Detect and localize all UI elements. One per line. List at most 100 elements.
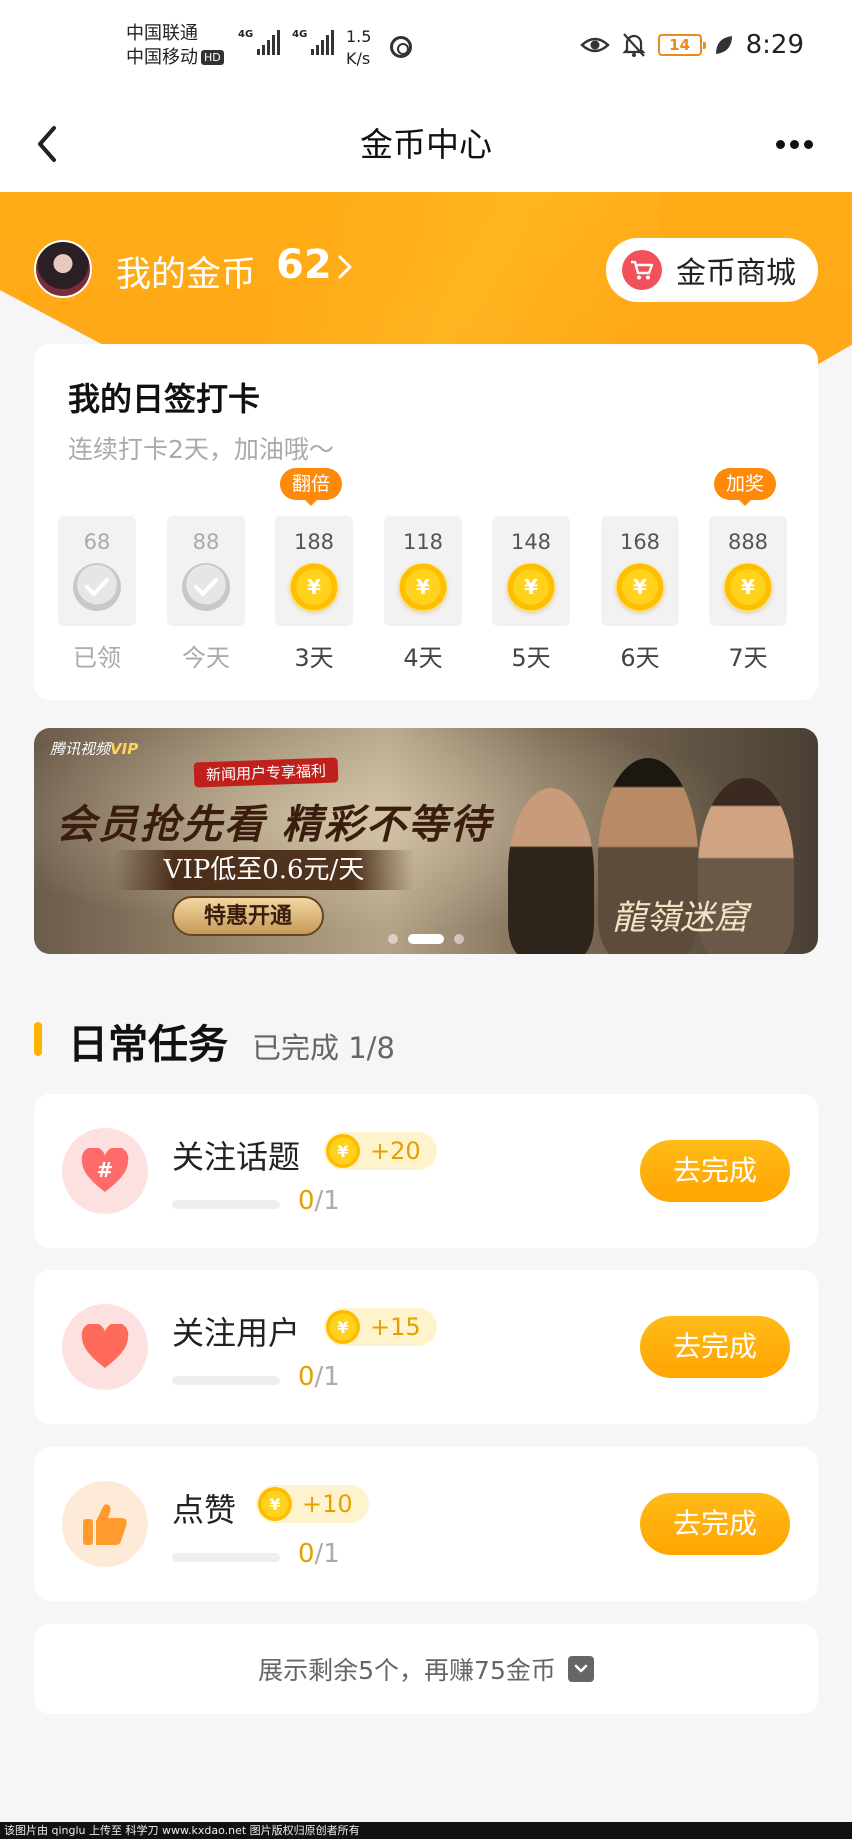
task-count: 0/1 (298, 1539, 340, 1569)
daily-tasks-progress: 已完成 1/8 (252, 1031, 395, 1065)
carousel-dot (388, 934, 398, 944)
day-coin-amount: 68 (83, 530, 111, 554)
signal-icon: 4G (292, 30, 335, 55)
eye-comfort-icon (579, 35, 610, 55)
bonus-badge: 加奖 (714, 468, 777, 506)
status-bar: 中国联通 中国移动 HD 4G 4G 1.5 K/s 14 8:29 (0, 0, 852, 96)
coin-icon: ¥ (724, 563, 772, 611)
nav-bar: 金币中心 (0, 96, 852, 192)
battery-indicator: 14 (657, 34, 706, 56)
day-label: 7天 (728, 644, 768, 672)
show-more-label: 展示剩余5个，再赚75金币 (258, 1656, 556, 1685)
task-count: 0/1 (298, 1186, 340, 1216)
signal-icons: 4G 4G (238, 30, 335, 55)
carrier-2: 中国移动 (126, 47, 198, 68)
sign-in-day[interactable]: 188 ¥3天 (275, 516, 353, 673)
day-coin-amount: 888 (727, 530, 769, 554)
day-label: 4天 (403, 644, 443, 672)
section-accent-bar (34, 1022, 42, 1056)
sign-in-day[interactable]: 148 ¥5天 (492, 516, 570, 673)
carousel-dot (408, 934, 444, 944)
task-progress-bar (172, 1553, 280, 1562)
sign-in-day[interactable]: 68 已领 (58, 516, 136, 673)
day-label: 3天 (294, 644, 334, 672)
chevron-down-icon (567, 1656, 594, 1682)
sign-in-title: 我的日签打卡 (68, 380, 261, 418)
coin-icon: ¥ (399, 563, 447, 611)
day-coin-amount: 88 (192, 530, 220, 554)
thumbs-up-icon (62, 1481, 148, 1567)
task-name: 点赞 (172, 1491, 237, 1529)
day-coin-amount: 118 (402, 530, 444, 554)
coin-icon: ¥ (258, 1487, 292, 1521)
go-complete-button[interactable]: 去完成 (640, 1493, 790, 1555)
daily-tasks-header: 日常任务 已完成 1/8 (34, 1012, 395, 1072)
tencent-video-vip-logo: 腾讯视频VIP (50, 740, 139, 758)
page-title: 金币中心 (360, 125, 492, 164)
banner-cta-button[interactable]: 特惠开通 (172, 896, 324, 936)
carrier-info: 中国联通 中国移动 HD (126, 22, 224, 70)
task-name: 关注用户 (172, 1314, 301, 1352)
coin-mall-label: 金币商城 (676, 256, 796, 291)
banner-film-title: 龍嶺迷窟 (612, 898, 748, 938)
reward-badge: ¥ +15 (324, 1308, 437, 1346)
app-notification-icon (390, 36, 412, 58)
coin-icon: ¥ (326, 1310, 360, 1344)
network-speed: 1.5 K/s (346, 27, 372, 68)
day-coin-amount: 148 (510, 530, 552, 554)
banner-title: 会员抢先看 精彩不等待 (56, 801, 492, 848)
carousel-dot (454, 934, 464, 944)
task-progress-bar (172, 1376, 280, 1385)
carousel-dots (34, 934, 818, 944)
heart-icon (62, 1304, 148, 1390)
check-icon (73, 563, 121, 611)
task-follow-topic: # 关注话题 ¥ +20 0/1 去完成 (34, 1094, 818, 1248)
go-complete-button[interactable]: 去完成 (640, 1140, 790, 1202)
signal-icon: 4G (238, 30, 281, 55)
coin-icon: ¥ (326, 1134, 360, 1168)
my-coins-label[interactable]: 我的金币 (116, 246, 256, 297)
task-follow-user: 关注用户 ¥ +15 0/1 去完成 (34, 1270, 818, 1424)
more-options-icon[interactable] (776, 130, 816, 158)
avatar[interactable] (34, 240, 92, 298)
mute-bell-icon (621, 32, 646, 58)
day-coin-amount: 168 (619, 530, 661, 554)
show-more-tasks-button[interactable]: 展示剩余5个，再赚75金币 (34, 1624, 818, 1714)
check-icon (182, 563, 230, 611)
coin-icon: ¥ (616, 563, 664, 611)
coin-mall-button[interactable]: 金币商城 (606, 238, 818, 302)
reward-badge: ¥ +10 (256, 1485, 369, 1523)
go-complete-button[interactable]: 去完成 (640, 1316, 790, 1378)
sign-in-subtitle: 连续打卡2天，加油哦～ (68, 435, 334, 464)
hd-badge: HD (201, 50, 224, 65)
task-like: 点赞 ¥ +10 0/1 去完成 (34, 1447, 818, 1601)
task-name: 关注话题 (172, 1138, 301, 1176)
sign-in-day[interactable]: 168 ¥6天 (601, 516, 679, 673)
banner-tag: 新闻用户专享福利 (193, 757, 339, 788)
power-saving-leaf-icon (714, 34, 734, 56)
banner-price: VIP低至0.6元/天 (114, 850, 414, 890)
daily-sign-in-card: 我的日签打卡 连续打卡2天，加油哦～ 翻倍 加奖 68 已领 88 今天 188 ¥3天 1… (34, 344, 818, 700)
hashtag-heart-icon: # (62, 1128, 148, 1214)
svg-text:#: # (97, 1158, 114, 1182)
sign-in-day[interactable]: 118 ¥4天 (384, 516, 462, 673)
sign-in-day[interactable]: 88 今天 (167, 516, 245, 673)
chevron-right-icon[interactable] (336, 254, 354, 280)
watermark-strip: 该图片由 qinglu 上传至 科学刀 www.kxdao.net 图片版权归原… (0, 1822, 852, 1839)
daily-tasks-title: 日常任务 (68, 1022, 228, 1068)
clock: 8:29 (745, 30, 804, 60)
promo-banner[interactable]: 腾讯视频VIP 新闻用户专享福利 会员抢先看 精彩不等待 VIP低至0.6元/天… (34, 728, 818, 954)
task-progress-bar (172, 1200, 280, 1209)
coin-icon: ¥ (290, 563, 338, 611)
day-label: 5天 (511, 644, 551, 672)
carrier-1: 中国联通 (126, 23, 198, 44)
my-coins-value[interactable]: 62 (276, 242, 332, 288)
sign-in-day[interactable]: 888 ¥7天 (709, 516, 787, 673)
reward-badge: ¥ +20 (324, 1132, 437, 1170)
coin-icon: ¥ (507, 563, 555, 611)
day-label: 6天 (620, 644, 660, 672)
double-badge: 翻倍 (280, 468, 343, 506)
day-label: 今天 (182, 644, 230, 672)
cart-icon (622, 250, 662, 290)
day-coin-amount: 188 (293, 530, 335, 554)
